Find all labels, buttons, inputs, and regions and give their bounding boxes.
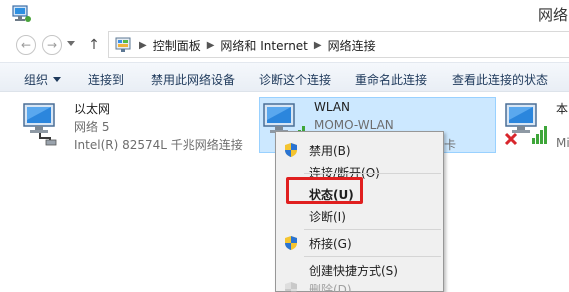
breadcrumb-chevron-icon[interactable]: ▶ — [314, 40, 322, 51]
diagnose-button[interactable]: 诊断这个连接 — [259, 71, 331, 88]
adapter-third[interactable]: 本 Mi — [504, 100, 569, 152]
view-status-button[interactable]: 查看此连接的状态 — [452, 71, 548, 88]
ethernet-adapter-icon — [20, 102, 62, 149]
menu-item-diagnose[interactable]: 诊断(I) — [276, 206, 443, 226]
chevron-down-icon — [53, 77, 62, 82]
breadcrumb: ▶ 控制面板 ▶ 网络和 Internet ▶ 网络连接 — [139, 37, 376, 54]
connect-to-button[interactable]: 连接到 — [88, 71, 124, 88]
arrow-right-icon: → — [46, 38, 58, 52]
adapter-ethernet[interactable]: 以太网 网络 5 Intel(R) 82574L 千兆网络连接 — [20, 100, 250, 155]
menu-item-disable[interactable]: 禁用(B) — [276, 140, 443, 160]
menu-divider — [304, 173, 441, 174]
menu-item-create-shortcut[interactable]: 创建快捷方式(S) — [276, 260, 443, 280]
context-menu: 禁用(B) 连接/断开(O) 状态(U) 诊断(I) 桥接(G) 创建快捷方式(… — [275, 131, 444, 292]
arrow-up-icon: ↑ — [88, 37, 100, 53]
organize-label: 组织 — [24, 73, 49, 87]
recent-locations-chevron-icon[interactable] — [67, 41, 75, 46]
adapter-network: MOMO-WLAN — [314, 118, 394, 132]
menu-divider — [304, 256, 441, 257]
address-bar[interactable]: ▶ 控制面板 ▶ 网络和 Internet ▶ 网络连接 — [108, 31, 569, 58]
adapter-device: Mi — [556, 136, 569, 150]
breadcrumb-item[interactable]: 网络连接 — [328, 37, 376, 54]
menu-item-label: 诊断(I) — [309, 210, 346, 224]
menu-item-label: 创建快捷方式(S) — [309, 264, 398, 278]
adapter-device: Intel(R) 82574L 千兆网络连接 — [74, 138, 243, 152]
adapter-device: 卡 — [444, 138, 457, 152]
adapter-network: 网络 5 — [74, 120, 110, 134]
menu-item-bridge[interactable]: 桥接(G) — [276, 233, 443, 253]
uac-shield-icon — [283, 281, 299, 292]
menu-item-label: 桥接(G) — [309, 237, 352, 251]
breadcrumb-chevron-icon[interactable]: ▶ — [207, 40, 215, 51]
adapter-name: 本 — [556, 102, 569, 116]
up-button[interactable]: ↑ — [86, 35, 102, 55]
annotation-highlight-box — [286, 177, 363, 204]
disable-device-button[interactable]: 禁用此网络设备 — [151, 71, 235, 88]
rename-button[interactable]: 重命名此连接 — [355, 71, 427, 88]
adapter-name: WLAN — [314, 100, 351, 114]
menu-item-label: 删除(D) — [309, 283, 352, 292]
window-title: 网络 — [538, 6, 569, 24]
uac-shield-icon — [283, 235, 299, 254]
menu-item-label: 禁用(B) — [309, 144, 351, 158]
network-icon — [10, 4, 32, 27]
uac-shield-icon — [283, 142, 299, 161]
breadcrumb-chevron-icon[interactable]: ▶ — [139, 40, 147, 51]
breadcrumb-item[interactable]: 网络和 Internet — [220, 37, 307, 54]
menu-item-delete: 删除(D) — [276, 279, 443, 292]
control-panel-icon — [115, 36, 133, 57]
wifi-adapter-disconnected-icon — [504, 102, 552, 149]
organize-button[interactable]: 组织 — [24, 71, 62, 88]
arrow-left-icon: ← — [20, 38, 32, 52]
command-bar: 组织 连接到 禁用此网络设备 诊断这个连接 重命名此连接 查看此连接的状态 — [0, 62, 569, 92]
adapter-name: 以太网 — [74, 102, 111, 116]
title-bar: 网络 — [0, 0, 569, 30]
breadcrumb-item[interactable]: 控制面板 — [153, 37, 201, 54]
forward-button[interactable]: → — [42, 35, 62, 55]
menu-divider — [304, 229, 441, 230]
back-button[interactable]: ← — [16, 35, 36, 55]
